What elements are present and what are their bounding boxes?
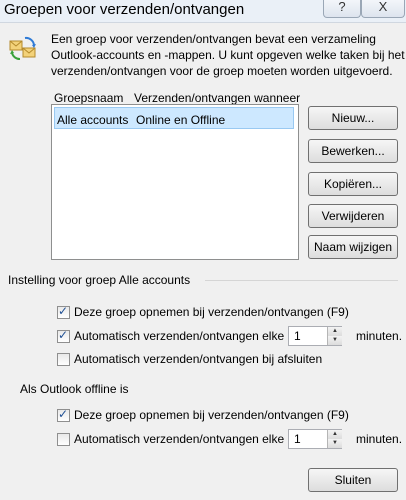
offline-auto-send-receive-label: Automatisch verzenden/ontvangen elke bbox=[74, 432, 285, 446]
rename-button[interactable]: Naam wijzigen bbox=[308, 235, 398, 259]
offline-auto-send-receive-checkbox[interactable] bbox=[57, 433, 70, 446]
column-header-groepsnaam[interactable]: Groepsnaam bbox=[54, 91, 123, 105]
send-receive-icon bbox=[8, 33, 38, 63]
new-button[interactable]: Nieuw... bbox=[308, 106, 398, 130]
check-mark-icon: ✓ bbox=[58, 328, 69, 342]
offline-minutes-stepper[interactable]: 1 ▲ ▼ bbox=[288, 429, 342, 449]
list-item-name: Alle accounts bbox=[57, 113, 129, 127]
spin-down-icon[interactable]: ▼ bbox=[327, 336, 342, 345]
include-group-checkbox[interactable]: ✓ bbox=[57, 304, 70, 319]
list-item[interactable]: Alle accounts Online en Offline bbox=[54, 107, 294, 129]
offline-include-group-label: Deze groep opnemen bij verzenden/ontvang… bbox=[74, 408, 349, 422]
help-button[interactable]: ? bbox=[323, 0, 361, 18]
description-line: verzenden/ontvangen voor de groep moeten… bbox=[51, 64, 393, 78]
offline-minutes-unit-label: minuten. bbox=[356, 432, 403, 446]
close-dialog-button[interactable]: Sluiten bbox=[308, 468, 398, 492]
delete-button[interactable]: Verwijderen bbox=[308, 204, 398, 228]
minutes-value: 1 bbox=[294, 329, 301, 343]
check-mark-icon: ✓ bbox=[58, 304, 69, 318]
section-divider bbox=[205, 280, 398, 281]
auto-on-exit-checkbox[interactable] bbox=[57, 353, 70, 366]
spin-down-icon[interactable]: ▼ bbox=[327, 439, 342, 448]
column-header-wanneer[interactable]: Verzenden/ontvangen wanneer bbox=[134, 91, 300, 105]
auto-on-exit-label: Automatisch verzenden/ontvangen bij afsl… bbox=[74, 352, 323, 366]
copy-button[interactable]: Kopiëren... bbox=[308, 172, 398, 196]
check-mark-icon: ✓ bbox=[58, 407, 69, 421]
auto-send-receive-label: Automatisch verzenden/ontvangen elke bbox=[74, 329, 285, 343]
minutes-stepper[interactable]: 1 ▲ ▼ bbox=[288, 326, 342, 346]
minutes-value: 1 bbox=[294, 432, 301, 446]
auto-send-receive-checkbox[interactable]: ✓ bbox=[57, 328, 70, 343]
window-title: Groepen voor verzenden/ontvangen bbox=[4, 1, 245, 18]
include-group-label: Deze groep opnemen bij verzenden/ontvang… bbox=[74, 305, 349, 319]
description-line: Een groep voor verzenden/ontvangen bevat… bbox=[51, 32, 376, 46]
description-line: Outlook-accounts en -mappen. U kunt opge… bbox=[51, 48, 405, 62]
list-item-when: Online en Offline bbox=[136, 113, 226, 127]
minutes-unit-label: minuten. bbox=[356, 329, 403, 343]
section-title-settings: Instelling voor groep Alle accounts bbox=[8, 273, 191, 287]
group-list[interactable]: Alle accounts Online en Offline bbox=[51, 104, 299, 260]
section-title-offline: Als Outlook offline is bbox=[20, 382, 129, 396]
offline-include-group-checkbox[interactable]: ✓ bbox=[57, 407, 70, 422]
close-button[interactable]: X bbox=[361, 0, 405, 18]
edit-button[interactable]: Bewerken... bbox=[308, 139, 398, 163]
